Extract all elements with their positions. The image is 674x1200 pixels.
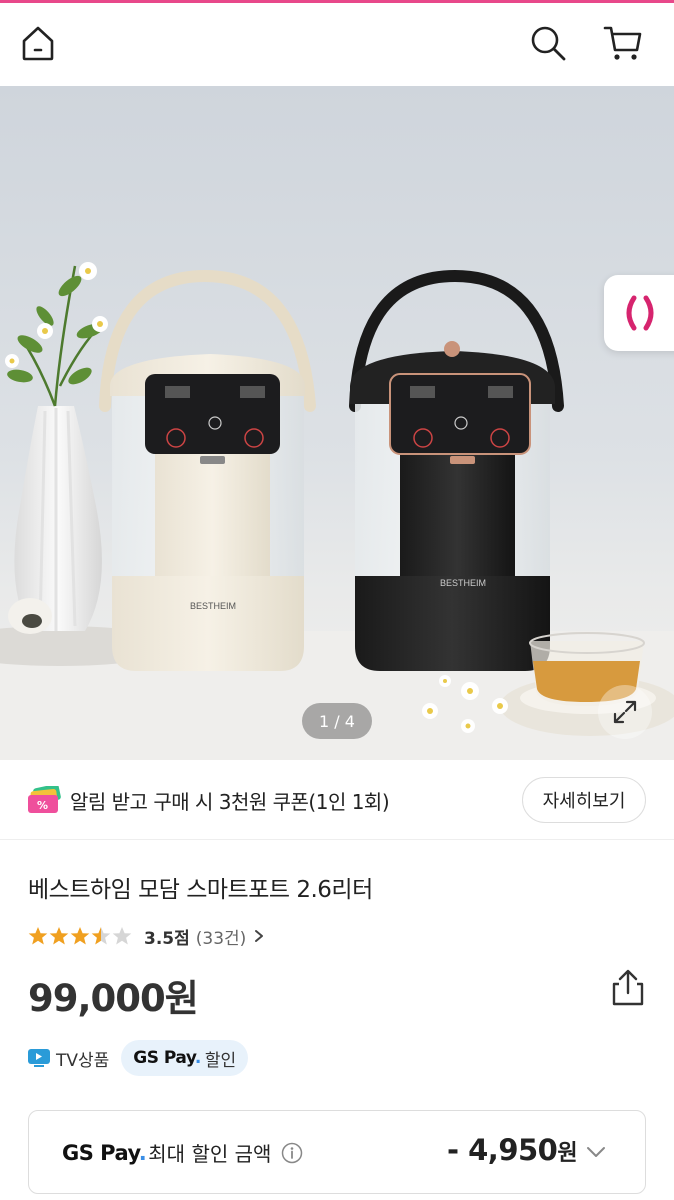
gspay-logo: GS Pay. [62,1140,147,1165]
gspay-logo-dot: . [194,1048,201,1068]
floating-brand-badge[interactable] [604,275,674,351]
tv-product-tag: TV상품 [28,1046,109,1071]
star-full-icon [70,927,90,945]
search-icon[interactable] [528,23,568,63]
coupon-sub-text: (1인 1회) [308,790,390,814]
cart-icon[interactable] [603,23,643,63]
coupon-banner: % 알림 받고 구매 시 3천원 쿠폰(1인 1회) 자세히보기 [0,760,674,840]
coupon-details-button[interactable]: 자세히보기 [522,777,646,823]
star-full-icon [49,927,69,945]
gspay-logo-dot: . [138,1140,147,1165]
gspay-logo-text: GS Pay [133,1048,195,1068]
product-image-carousel[interactable]: BESTHEIM BESTHEIM 1 / 4 [0,86,674,760]
gspay-discount-tag: GS Pay. 할인 [121,1040,249,1076]
gspay-box-label-group: GS Pay. 최대 할인 금액 [62,1138,303,1167]
tv-product-label: TV상품 [56,1050,110,1071]
gspay-logo: GS Pay. [133,1048,201,1068]
brand-label-left: BESTHEIM [190,601,236,611]
discount-amount-value: - 4,950 [447,1133,558,1167]
review-count: (33건) [195,928,247,949]
star-rating [28,926,132,946]
home-icon[interactable] [18,23,58,63]
coupon-main-text: 알림 받고 구매 시 3천원 쿠폰 [70,790,309,814]
discount-amount-unit: 원 [557,1141,578,1166]
expand-icon[interactable] [598,685,652,739]
gspay-max-discount-box[interactable]: GS Pay. 최대 할인 금액 - 4,950원 [28,1110,646,1194]
max-discount-label: 최대 할인 금액 [148,1142,272,1166]
tv-icon [28,1049,50,1067]
chevron-down-icon[interactable] [585,1141,607,1163]
brand-label-right: BESTHEIM [440,578,486,588]
star-full-icon [28,927,48,945]
image-counter: 1 / 4 [302,703,372,739]
gspay-logo-text: GS Pay [62,1140,139,1165]
max-discount-amount: - 4,950원 [447,1133,578,1167]
gspay-discount-label: 할인 [204,1050,237,1071]
coupon-text: 알림 받고 구매 시 3천원 쿠폰(1인 1회) [70,786,390,815]
info-icon[interactable] [281,1142,303,1164]
star-empty-icon [112,927,132,945]
product-price: 99,000원 [28,977,199,1020]
share-icon[interactable] [606,966,650,1010]
product-title: 베스트하임 모담 스마트포트 2.6리터 [28,877,373,903]
star-half-icon [91,927,111,945]
top-navigation-bar [0,3,674,86]
rating-score: 3.5점 [144,928,190,949]
svg-text:%: % [37,799,48,812]
product-photo: BESTHEIM BESTHEIM [0,262,674,760]
product-tags: TV상품 GS Pay. 할인 [28,1040,249,1076]
coupon-icon: % [28,784,62,818]
brand-parentheses-icon [626,295,654,331]
chevron-right-icon [255,930,264,942]
rating-summary[interactable]: 3.5점 (33건) [28,922,264,950]
